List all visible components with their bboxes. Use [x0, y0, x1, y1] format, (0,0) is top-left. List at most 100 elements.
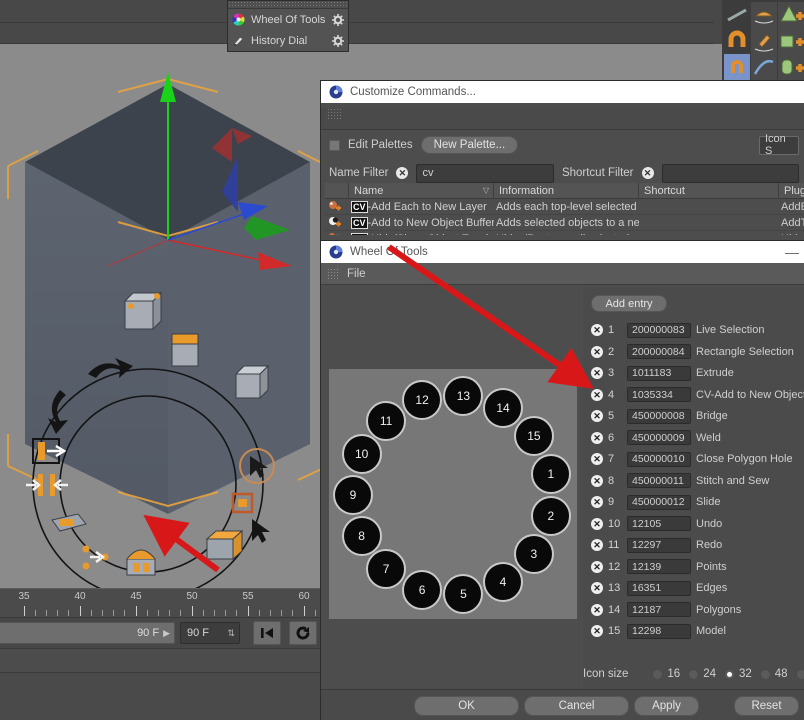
- wheel-of-tools-titlebar[interactable]: Wheel Of Tools —: [321, 241, 804, 263]
- apply-button[interactable]: Apply: [634, 695, 699, 716]
- entry-id-input[interactable]: 200000083: [627, 322, 691, 338]
- wheel-of-tools-menubar[interactable]: File: [321, 263, 804, 285]
- menu-item-history-dial[interactable]: History Dial: [228, 30, 348, 51]
- cylinder-primitive-icon[interactable]: [778, 54, 804, 80]
- entry-row[interactable]: ✕ 15 12298 Model: [591, 622, 726, 640]
- go-to-start-button[interactable]: [253, 621, 281, 645]
- entry-id-input[interactable]: 12139: [627, 559, 691, 574]
- icon-size-radio-extra[interactable]: [795, 668, 804, 680]
- commands-table[interactable]: Name ▽ Information Shortcut Plugi CV-Add…: [325, 183, 804, 235]
- reset-button[interactable]: Reset: [734, 695, 799, 716]
- column-header-plugin[interactable]: Plugi: [779, 183, 804, 198]
- entry-delete-icon[interactable]: ✕: [591, 453, 603, 465]
- entry-delete-icon[interactable]: ✕: [591, 474, 603, 487]
- wheel-node-14[interactable]: 14: [483, 388, 523, 429]
- cancel-button[interactable]: Cancel: [524, 695, 629, 716]
- entry-row[interactable]: ✕ 1 200000083 Live Selection: [591, 321, 765, 339]
- column-header-information[interactable]: Information: [494, 183, 639, 198]
- wheel-node-11[interactable]: 11: [366, 400, 407, 441]
- column-header-icon[interactable]: [325, 183, 349, 198]
- magnet-icon[interactable]: [724, 28, 750, 54]
- entry-row[interactable]: ✕ 10 12105 Undo: [591, 515, 722, 533]
- table-row[interactable]: CV -Add Each to New Layer Adds each top-l…: [325, 199, 804, 215]
- menu-file[interactable]: File: [347, 268, 366, 280]
- entry-id-input[interactable]: 12105: [627, 516, 691, 531]
- icon-size-radio-24[interactable]: [688, 668, 700, 680]
- entry-delete-icon[interactable]: ✕: [591, 539, 603, 551]
- entry-delete-icon[interactable]: ✕: [591, 431, 603, 444]
- entry-id-input[interactable]: 450000009: [627, 430, 691, 445]
- wheel-node-10[interactable]: 10: [341, 434, 382, 475]
- snap-icon[interactable]: [724, 54, 750, 80]
- gear-icon[interactable]: [332, 13, 344, 26]
- spline-tool-icon[interactable]: [751, 54, 777, 80]
- entry-id-input[interactable]: 450000008: [627, 408, 691, 424]
- wheel-preview-panel[interactable]: 1 2 3 4 5 6 7 8 9 10 11 12 13 14 15: [321, 287, 583, 697]
- entry-row[interactable]: ✕ 12 12139 Points: [591, 558, 727, 576]
- add-entry-button[interactable]: Add entry: [591, 295, 667, 312]
- name-filter-input[interactable]: cv: [416, 163, 554, 183]
- wheel-node-3[interactable]: 3: [513, 533, 554, 574]
- shortcut-filter-clear-icon[interactable]: ✕: [641, 167, 654, 179]
- current-frame-field[interactable]: 90 F ⇅: [180, 622, 240, 644]
- gear-icon[interactable]: [332, 34, 344, 47]
- entry-row[interactable]: ✕ 3 1011183 Extrude: [591, 364, 734, 382]
- entry-delete-icon[interactable]: ✕: [591, 410, 603, 422]
- brush-tool-icon[interactable]: [751, 28, 777, 54]
- entry-row[interactable]: ✕ 13 16351 Edges: [591, 579, 727, 597]
- column-header-shortcut[interactable]: Shortcut: [639, 183, 779, 198]
- entry-id-input[interactable]: 16351: [627, 580, 691, 596]
- wheel-node-5[interactable]: 5: [443, 574, 484, 615]
- palette-popup-menu[interactable]: Wheel Of Tools History Dial: [227, 0, 349, 52]
- entry-delete-icon[interactable]: ✕: [591, 324, 603, 336]
- entry-row[interactable]: ✕ 4 1035334 CV-Add to New Object: [591, 386, 804, 404]
- wheel-node-1[interactable]: 1: [530, 454, 571, 495]
- entry-delete-icon[interactable]: ✕: [591, 388, 603, 401]
- entry-id-input[interactable]: 1011183: [627, 365, 691, 381]
- cube-primitive-icon[interactable]: [778, 28, 804, 54]
- wheel-node-6[interactable]: 6: [402, 570, 443, 611]
- entry-id-input[interactable]: 450000010: [627, 451, 691, 467]
- frame-range-field[interactable]: 90 F ▶: [0, 622, 175, 644]
- iron-tool-icon[interactable]: [751, 2, 777, 28]
- cone-primitive-icon[interactable]: [778, 2, 804, 28]
- entry-row[interactable]: ✕ 9 450000012 Slide: [591, 493, 720, 511]
- wheel-node-4[interactable]: 4: [483, 561, 523, 602]
- entry-row[interactable]: ✕ 5 450000008 Bridge: [591, 407, 728, 425]
- entry-delete-icon[interactable]: ✕: [591, 603, 603, 616]
- entry-id-input[interactable]: 12187: [627, 602, 691, 617]
- ok-button[interactable]: OK: [414, 695, 519, 716]
- entry-row[interactable]: ✕ 14 12187 Polygons: [591, 601, 741, 619]
- table-row[interactable]: CV-Hide/Show Object Toggle Hides/Restore…: [325, 231, 804, 235]
- wheel-node-2[interactable]: 2: [530, 495, 571, 536]
- new-palette-button[interactable]: New Palette...: [420, 136, 519, 154]
- entry-row[interactable]: ✕ 11 12297 Redo: [591, 536, 722, 554]
- wheel-node-13[interactable]: 13: [443, 375, 484, 416]
- wheel-node-12[interactable]: 12: [402, 379, 443, 420]
- shortcut-filter-input[interactable]: [661, 163, 800, 183]
- entry-delete-icon[interactable]: ✕: [591, 517, 603, 530]
- table-row[interactable]: CV -Add to New Object Buffer Adds selecte…: [325, 215, 804, 231]
- icon-size-radio-32[interactable]: [723, 668, 735, 680]
- popup-grip[interactable]: [228, 1, 348, 9]
- entry-delete-icon[interactable]: ✕: [591, 496, 603, 508]
- entry-id-input[interactable]: 12298: [627, 623, 691, 639]
- icon-size-radio-16[interactable]: [652, 668, 664, 680]
- icon-size-radio-48[interactable]: [759, 668, 771, 680]
- entry-row[interactable]: ✕ 7 450000010 Close Polygon Hole: [591, 450, 793, 468]
- name-filter-clear-icon[interactable]: ✕: [396, 167, 409, 179]
- customize-commands-grip[interactable]: [321, 108, 804, 130]
- entry-delete-icon[interactable]: ✕: [591, 367, 603, 379]
- entry-delete-icon[interactable]: ✕: [591, 560, 603, 573]
- customize-commands-titlebar[interactable]: Customize Commands...: [321, 81, 804, 103]
- entry-row[interactable]: ✕ 6 450000009 Weld: [591, 429, 721, 447]
- menubar-grip[interactable]: [327, 267, 339, 280]
- icon-size-dropdown[interactable]: Icon S: [759, 133, 799, 157]
- entry-delete-icon[interactable]: ✕: [591, 345, 603, 358]
- entry-row[interactable]: ✕ 8 450000011 Stitch and Sew: [591, 472, 769, 490]
- menu-item-wheel-of-tools[interactable]: Wheel Of Tools: [228, 9, 348, 30]
- edit-palettes-checkbox[interactable]: [329, 139, 340, 151]
- right-toolbar[interactable]: 3D: [722, 0, 804, 106]
- entry-delete-icon[interactable]: ✕: [591, 582, 603, 594]
- column-header-name[interactable]: Name ▽: [349, 183, 494, 198]
